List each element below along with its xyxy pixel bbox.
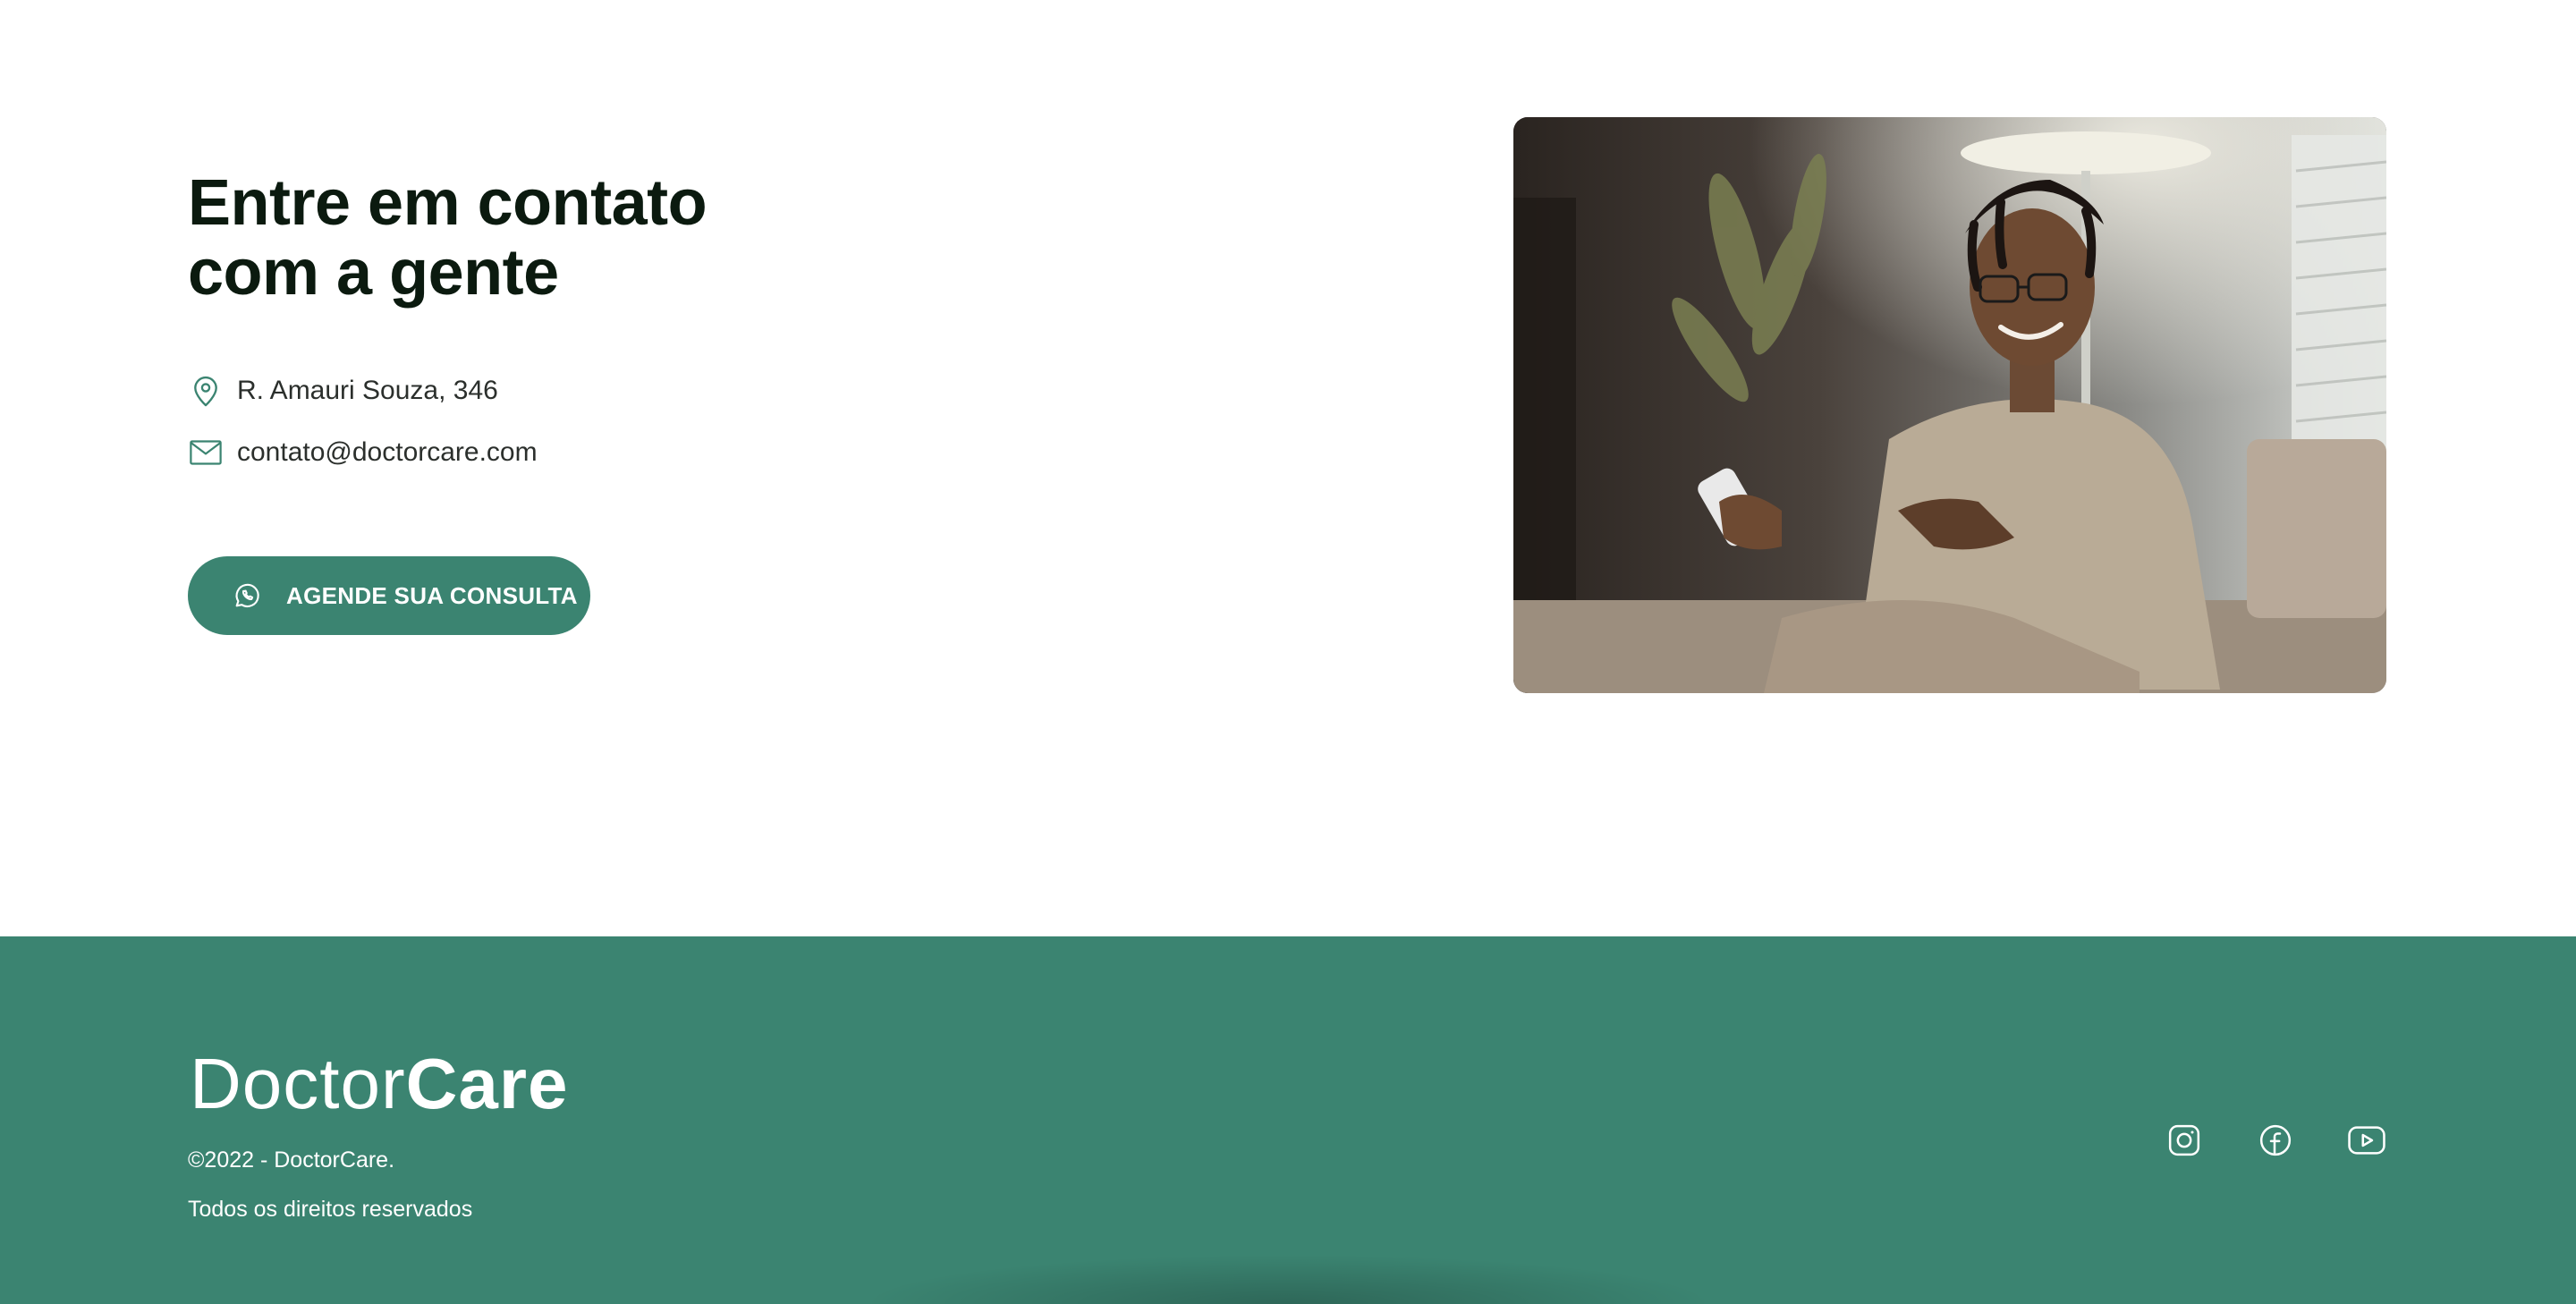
contact-photo [1513,117,2386,693]
instagram-icon[interactable] [2163,1119,2206,1162]
footer: DoctorCare ©2022 - DoctorCare. Todos os … [0,936,2576,1304]
map-pin-icon [188,373,224,409]
logo-text-doctor: Doctor [190,1044,406,1123]
email-link[interactable]: contato@doctorcare.com [237,437,538,468]
contact-heading: Entre em contato com a gente [188,168,993,308]
copyright-text: ©2022 - DoctorCare. [188,1147,395,1173]
youtube-icon[interactable] [2345,1119,2388,1162]
schedule-appointment-label: AGENDE SUA CONSULTA [286,581,578,609]
facebook-icon[interactable] [2254,1119,2297,1162]
mail-icon [188,435,224,470]
contact-section: Entre em contato com a gente R. Amauri S… [0,0,2576,936]
contact-heading-line-2: com a gente [188,237,559,309]
address-text: R. Amauri Souza, 346 [237,376,498,405]
footer-bottom-shadow [859,1254,1717,1304]
schedule-appointment-button[interactable]: AGENDE SUA CONSULTA [188,556,590,635]
footer-logo[interactable]: DoctorCare [190,1044,569,1124]
contact-heading-line-1: Entre em contato [188,167,708,239]
rights-text: Todos os direitos reservados [188,1197,473,1222]
email-row: contato@doctorcare.com [188,435,538,470]
logo-text-care: Care [405,1044,569,1123]
address-row: R. Amauri Souza, 346 [188,373,498,409]
whatsapp-icon [229,578,265,614]
